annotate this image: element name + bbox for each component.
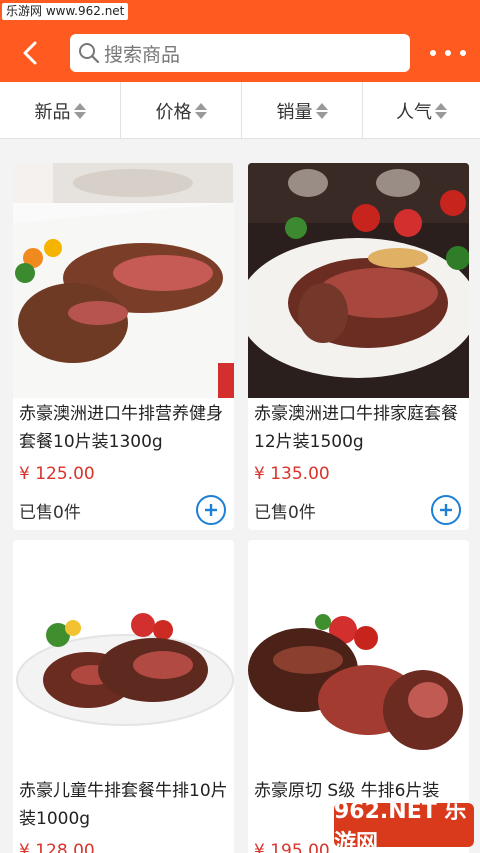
sort-label: 新品 (34, 101, 71, 123)
product-card[interactable]: 赤豪儿童牛排套餐牛排10片装1000g ¥ 128.00 (13, 540, 234, 853)
watermark-bottom: 962.NET 乐游网 (334, 799, 474, 853)
add-circle-icon (440, 504, 452, 516)
product-price: ¥ 125.00 (19, 464, 95, 484)
sort-label: 销量 (276, 101, 313, 123)
search-input[interactable]: 搜索商品 (104, 40, 180, 67)
back-chevron-icon (23, 41, 37, 65)
add-to-cart-button[interactable] (196, 495, 226, 525)
product-sold: 已售0件 (19, 502, 81, 523)
product-card[interactable]: 赤豪澳洲进口牛排营养健身套餐10片装1300g ¥ 125.00 已售0件 (13, 163, 234, 530)
product-title: 赤豪儿童牛排套餐牛排10片装1000g (19, 781, 228, 829)
sort-arrows-icon (435, 102, 447, 119)
product-card[interactable]: 赤豪澳洲进口牛排家庭套餐12片装1500g ¥ 135.00 已售0件 (248, 163, 469, 530)
back-button[interactable] (10, 31, 50, 75)
product-price: ¥ 135.00 (254, 464, 330, 484)
product-sold: 已售0件 (254, 502, 316, 523)
sort-bar: 新品 价格 销量 人气 (0, 82, 480, 139)
sort-sales[interactable]: 销量 (242, 82, 363, 139)
add-circle-icon (205, 504, 217, 516)
sort-label: 价格 (155, 101, 192, 123)
sort-arrows-icon (73, 102, 86, 119)
product-sold-row: 已售0件 (248, 490, 469, 530)
product-title: 赤豪澳洲进口牛排营养健身套餐10片装1300g (19, 404, 223, 452)
more-button[interactable] (428, 36, 468, 70)
product-image[interactable] (248, 163, 469, 398)
header: 搜索商品 (0, 24, 480, 82)
product-image[interactable] (13, 540, 234, 775)
more-dots-icon (445, 50, 451, 56)
more-dots-icon (430, 50, 436, 56)
product-price: ¥ 128.00 (19, 841, 95, 853)
add-to-cart-button[interactable] (431, 495, 461, 525)
more-dots-icon (460, 50, 466, 56)
search-icon (79, 43, 100, 64)
sort-price[interactable]: 价格 (121, 82, 242, 139)
watermark-top: 乐游网 www.962.net (2, 3, 129, 20)
search-box[interactable]: 搜索商品 (70, 34, 410, 72)
product-image[interactable] (13, 163, 234, 398)
status-bar: 乐游网 www.962.net (0, 0, 480, 24)
sort-arrows-icon (315, 102, 328, 119)
sort-label: 人气 (396, 101, 432, 123)
product-title: 赤豪澳洲进口牛排家庭套餐12片装1500g (254, 404, 458, 452)
product-image[interactable] (248, 540, 469, 775)
product-sold-row: 已售0件 (13, 490, 234, 530)
sort-popularity[interactable]: 人气 (363, 82, 480, 139)
sort-new[interactable]: 新品 (0, 82, 121, 139)
sort-arrows-icon (194, 102, 207, 119)
